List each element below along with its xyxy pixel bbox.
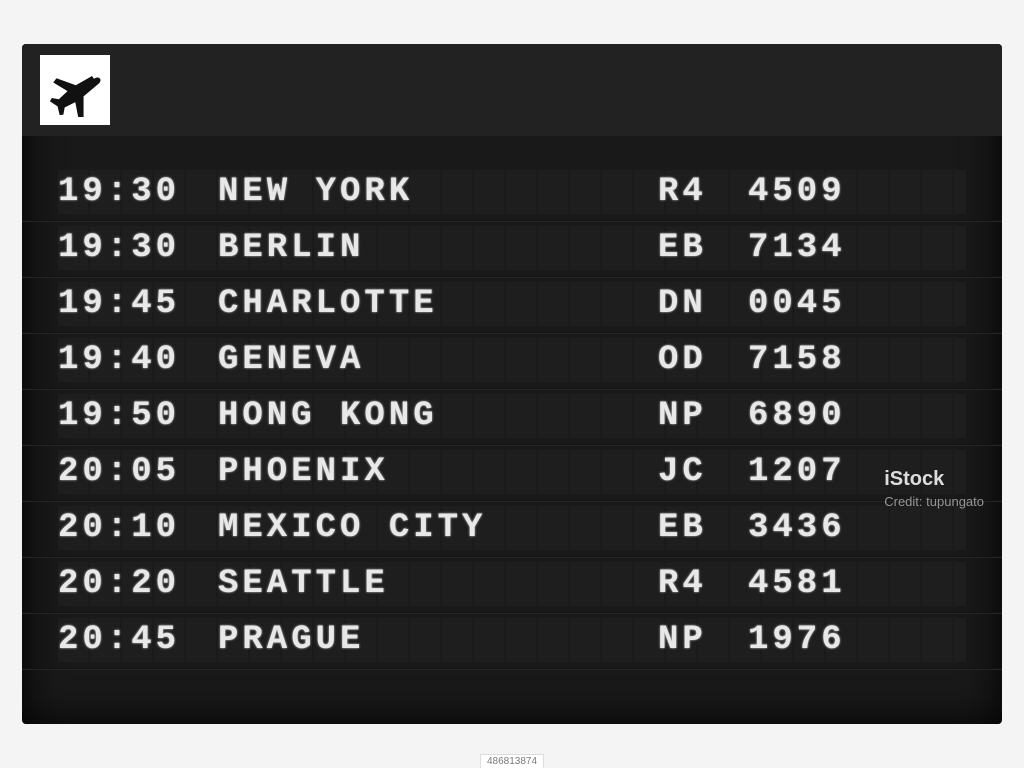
flight-row: 20:45PRAGUENP1976 [58,612,966,668]
flight-row: 20:20SEATTLER44581 [58,556,966,612]
flight-code: JC [658,453,748,491]
flight-number: 3436 [748,509,888,547]
flight-destination: GENEVA [218,341,658,379]
flight-number: 4509 [748,173,888,211]
flight-row: 19:30BERLINEB7134 [58,220,966,276]
flight-destination: MEXICO CITY [218,509,658,547]
flight-destination: HONG KONG [218,397,658,435]
flight-row: 20:05PHOENIXJC1207 [58,444,966,500]
flight-number: 6890 [748,397,888,435]
flight-time: 19:30 [58,173,218,211]
flight-number: 0045 [748,285,888,323]
flight-destination: PHOENIX [218,453,658,491]
flight-number: 7158 [748,341,888,379]
flight-code: R4 [658,173,748,211]
flight-destination: CHARLOTTE [218,285,658,323]
flight-time: 20:10 [58,509,218,547]
flight-time: 19:40 [58,341,218,379]
stage: 19:30NEW YORKR4450919:30BERLINEB713419:4… [0,0,1024,768]
flight-number: 1207 [748,453,888,491]
flight-time: 19:30 [58,229,218,267]
flight-code: NP [658,397,748,435]
flight-number: 1976 [748,621,888,659]
flight-time: 19:50 [58,397,218,435]
flight-destination: NEW YORK [218,173,658,211]
flight-destination: PRAGUE [218,621,658,659]
flight-code: EB [658,229,748,267]
image-id: 486813874 [480,754,544,768]
board-header [22,44,1002,136]
flight-number: 4581 [748,565,888,603]
flight-code: DN [658,285,748,323]
flight-destination: BERLIN [218,229,658,267]
flight-destination: SEATTLE [218,565,658,603]
flight-row: 20:10MEXICO CITYEB3436 [58,500,966,556]
flight-time: 20:45 [58,621,218,659]
flight-row: 19:50HONG KONGNP6890 [58,388,966,444]
flight-time: 20:05 [58,453,218,491]
flight-row: 19:45CHARLOTTEDN0045 [58,276,966,332]
flight-code: EB [658,509,748,547]
flight-code: R4 [658,565,748,603]
departure-board: 19:30NEW YORKR4450919:30BERLINEB713419:4… [22,44,1002,724]
flight-row: 19:30NEW YORKR44509 [58,164,966,220]
flight-time: 19:45 [58,285,218,323]
flight-row: 19:40GENEVAOD7158 [58,332,966,388]
airplane-icon [40,55,110,125]
flight-rows: 19:30NEW YORKR4450919:30BERLINEB713419:4… [22,136,1002,668]
flight-number: 7134 [748,229,888,267]
flight-code: OD [658,341,748,379]
flight-time: 20:20 [58,565,218,603]
flight-code: NP [658,621,748,659]
